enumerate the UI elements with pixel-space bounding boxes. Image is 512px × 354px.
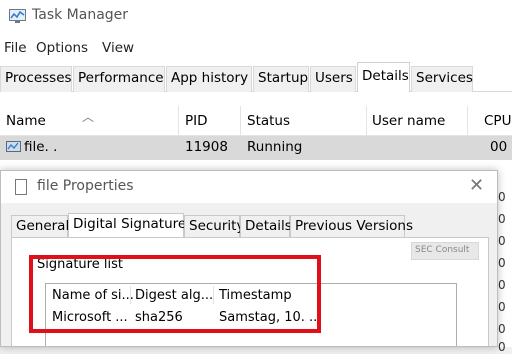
- menu-options[interactable]: Options: [36, 40, 88, 56]
- sec-consult-logo: SEC Consult: [411, 242, 479, 260]
- tab-details[interactable]: Details: [357, 62, 410, 93]
- column-divider[interactable]: [366, 106, 367, 136]
- sort-up-icon: ︿: [82, 110, 95, 124]
- cpu-value: 0: [498, 256, 506, 270]
- column-name[interactable]: Name: [6, 113, 46, 129]
- grid-top-area: [0, 92, 512, 106]
- tab-app-history[interactable]: App history: [166, 66, 252, 92]
- tab-users[interactable]: Users: [310, 66, 356, 92]
- column-user-name[interactable]: User name: [372, 113, 445, 129]
- window-title: Task Manager: [32, 7, 129, 23]
- tab-services[interactable]: Services: [411, 66, 473, 92]
- process-icon: [6, 141, 21, 152]
- menu-file[interactable]: File: [4, 40, 27, 56]
- document-icon: [15, 179, 27, 195]
- dialog-tab-bar: General Digital Signatures Security Deta…: [11, 213, 497, 238]
- tab-previous-versions[interactable]: Previous Versions: [290, 215, 413, 237]
- dialog-title-bar: file Properties ✕: [1, 171, 497, 203]
- cpu-value: 0: [498, 300, 506, 314]
- tab-startup[interactable]: Startup: [253, 66, 309, 92]
- tab-processes[interactable]: Processes: [0, 66, 72, 92]
- cpu-value: 0: [498, 212, 506, 226]
- cpu-value: 0: [498, 278, 506, 292]
- column-header-row: Name PID Status User name CPU: [0, 106, 512, 136]
- tab-performance[interactable]: Performance: [73, 66, 165, 92]
- row-name: file. .: [24, 139, 58, 155]
- tab-security[interactable]: Security: [184, 215, 244, 237]
- properties-dialog: file Properties ✕ General Digital Signat…: [0, 170, 498, 347]
- tab-digital-signatures[interactable]: Digital Signatures: [68, 213, 193, 238]
- cpu-value: 0: [498, 234, 506, 248]
- row-cpu: 00: [490, 139, 508, 155]
- column-divider[interactable]: [467, 106, 468, 136]
- column-divider[interactable]: [240, 106, 241, 136]
- menu-view[interactable]: View: [102, 40, 134, 56]
- red-highlight-box: [29, 255, 321, 333]
- column-divider[interactable]: [178, 106, 179, 136]
- row-status: Running: [247, 139, 303, 155]
- cpu-value: 0: [498, 322, 506, 336]
- column-status[interactable]: Status: [247, 113, 290, 129]
- row-pid: 11908: [185, 139, 228, 155]
- tab-details[interactable]: Details: [240, 215, 292, 237]
- close-icon[interactable]: ✕: [469, 175, 484, 196]
- task-manager-icon: [9, 9, 26, 23]
- title-bar: Task Manager: [0, 0, 512, 34]
- table-row[interactable]: file. . 11908 Running 00: [0, 136, 512, 160]
- column-cpu[interactable]: CPU: [484, 113, 511, 129]
- cpu-value: 0: [498, 190, 506, 204]
- dialog-title: file Properties: [37, 178, 134, 194]
- tab-bar: Processes Performance App history Startu…: [0, 62, 512, 93]
- cpu-value: 0: [498, 340, 506, 354]
- tab-general[interactable]: General: [11, 215, 69, 237]
- column-pid[interactable]: PID: [185, 113, 208, 129]
- logo-text: SEC Consult: [415, 245, 470, 255]
- menu-bar: File Options View: [0, 34, 512, 62]
- table-row[interactable]: [0, 160, 512, 170]
